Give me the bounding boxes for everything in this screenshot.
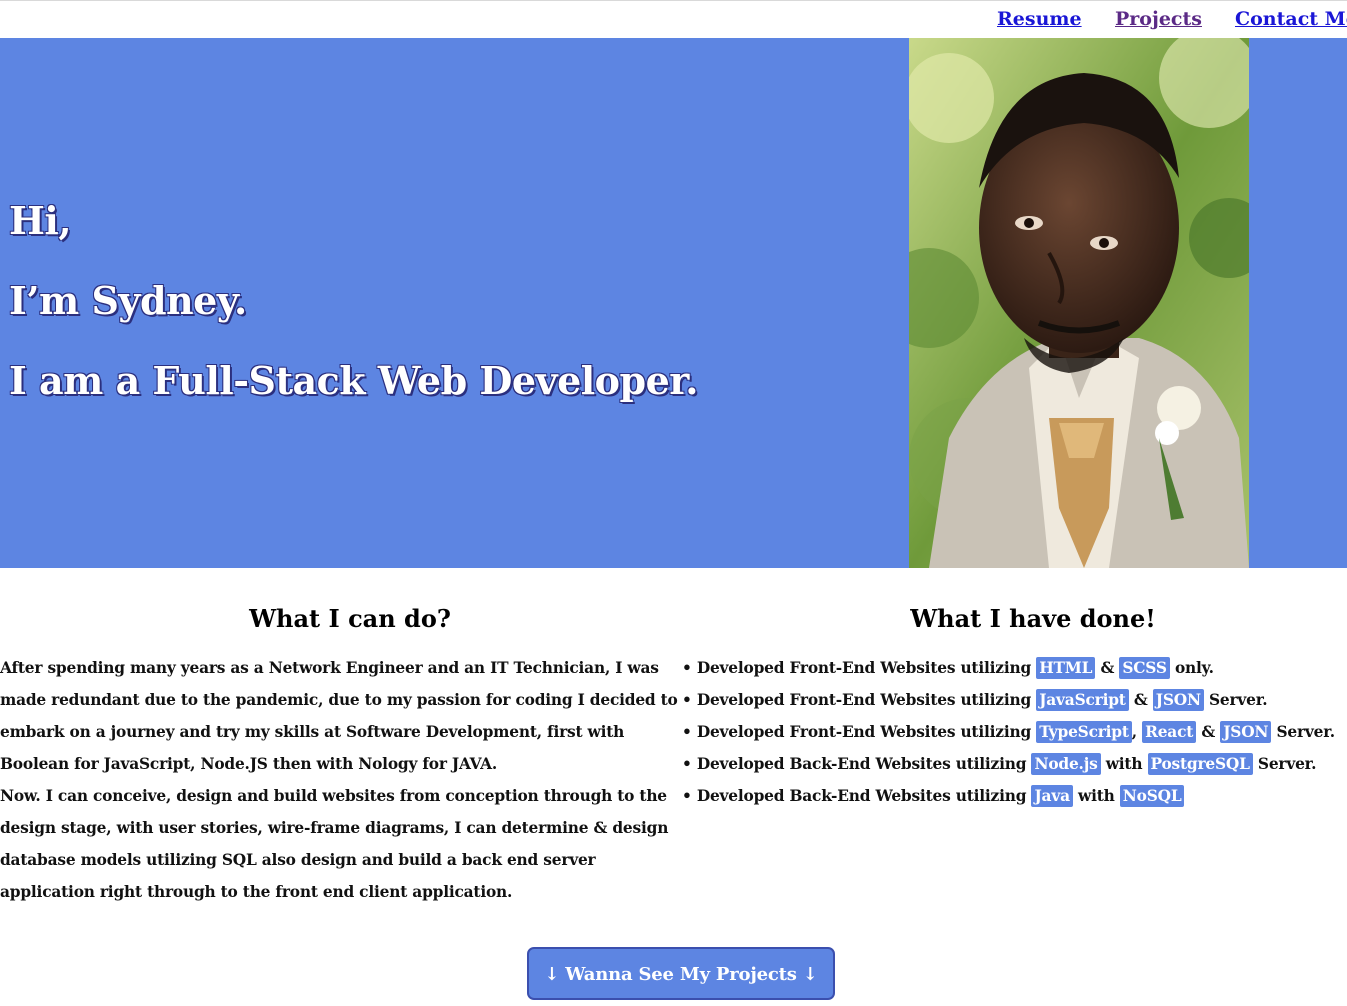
skills-heading: What I can do? (249, 604, 451, 633)
hero-banner: Hi, I’m Sydney. I am a Full-Stack Web De… (0, 38, 1347, 568)
joiner-text: , (1131, 723, 1137, 741)
tech-tag: PostgreSQL (1147, 753, 1253, 775)
joiner-text: & (1201, 723, 1216, 741)
bullet-icon: • (682, 659, 692, 677)
tech-tag: React (1142, 721, 1197, 743)
item-suffix: Server. (1257, 755, 1317, 773)
nav-link-resume[interactable]: Resume (997, 8, 1082, 30)
skills-paragraph-2: Now. I can conceive, design and build we… (0, 787, 669, 901)
bullet-icon: • (682, 787, 692, 805)
list-item: • Developed Front-End Websites utilizing… (682, 716, 1347, 748)
hero-name: I’m Sydney. (9, 278, 247, 323)
item-text: Developed Front-End Websites utilizing (696, 691, 1032, 709)
list-item: • Developed Front-End Websites utilizing… (682, 652, 1347, 684)
tech-tag: JSON (1220, 721, 1272, 743)
joiner-text: & (1100, 659, 1115, 677)
experience-list: • Developed Front-End Websites utilizing… (682, 652, 1347, 812)
joiner-text: with (1105, 755, 1143, 773)
item-text: Developed Front-End Websites utilizing (696, 659, 1032, 677)
tech-tag: HTML (1036, 657, 1096, 679)
skills-description: After spending many years as a Network E… (0, 652, 680, 908)
hero-greeting: Hi, (9, 198, 72, 243)
tech-tag: JSON (1152, 689, 1204, 711)
item-suffix: Server. (1276, 723, 1335, 741)
bullet-icon: • (682, 691, 692, 709)
list-item: • Developed Back-End Websites utilizing … (682, 748, 1347, 780)
tech-tag: NoSQL (1119, 785, 1185, 807)
nav-link-projects[interactable]: Projects (1115, 8, 1202, 30)
joiner-text: & (1133, 691, 1148, 709)
skills-paragraph-1: After spending many years as a Network E… (0, 659, 678, 773)
tech-tag: JavaScript (1036, 689, 1129, 711)
tech-tag: Java (1031, 785, 1073, 807)
joiner-text: with (1078, 787, 1115, 805)
bullet-icon: • (682, 755, 692, 773)
item-suffix: Server. (1208, 691, 1268, 709)
tech-tag: Node.js (1031, 753, 1101, 775)
item-text: Developed Back-End Websites utilizing (696, 787, 1027, 805)
item-suffix: only. (1174, 659, 1214, 677)
tech-tag: TypeScript (1036, 721, 1132, 743)
list-item: • Developed Back-End Websites utilizing … (682, 780, 1347, 812)
nav-link-contact[interactable]: Contact Me (1235, 8, 1347, 30)
hero-role: I am a Full-Stack Web Developer. (9, 358, 699, 403)
list-item: • Developed Front-End Websites utilizing… (682, 684, 1347, 716)
experience-heading: What I have done! (910, 604, 1156, 633)
bullet-icon: • (682, 723, 692, 741)
item-text: Developed Back-End Websites utilizing (696, 755, 1027, 773)
item-text: Developed Front-End Websites utilizing (696, 723, 1032, 741)
tech-tag: SCSS (1119, 657, 1170, 679)
see-projects-button[interactable]: ↓ Wanna See My Projects ↓ (527, 947, 835, 1000)
portfolio-page: Resume Projects Contact Me Hi, I’m Sydne… (0, 0, 1347, 1006)
profile-photo (909, 38, 1249, 568)
top-navigation: Resume Projects Contact Me (0, 0, 1347, 37)
